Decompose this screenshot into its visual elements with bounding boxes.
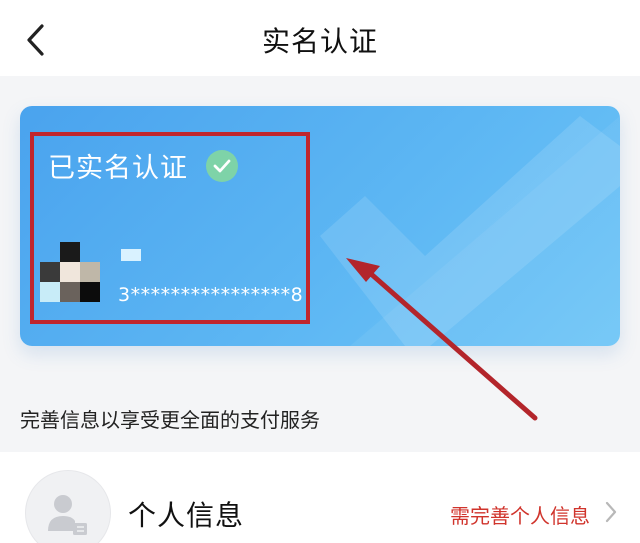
user-id-icon	[25, 470, 111, 543]
chevron-right-icon	[605, 501, 617, 523]
personal-info-label: 个人信息	[128, 499, 245, 532]
highlight-box	[30, 132, 310, 324]
header: 实名认证	[0, 0, 640, 76]
complete-info-link[interactable]: 需完善个人信息	[450, 500, 590, 529]
page-title: 实名认证	[261, 25, 378, 58]
personal-info-row[interactable]: 个人信息 需完善个人信息	[0, 452, 640, 543]
page: 实名认证 已实名认证 3****************8 完善信息以享受更全面…	[0, 0, 640, 543]
hint-text: 完善信息以享受更全面的支付服务	[20, 408, 320, 432]
